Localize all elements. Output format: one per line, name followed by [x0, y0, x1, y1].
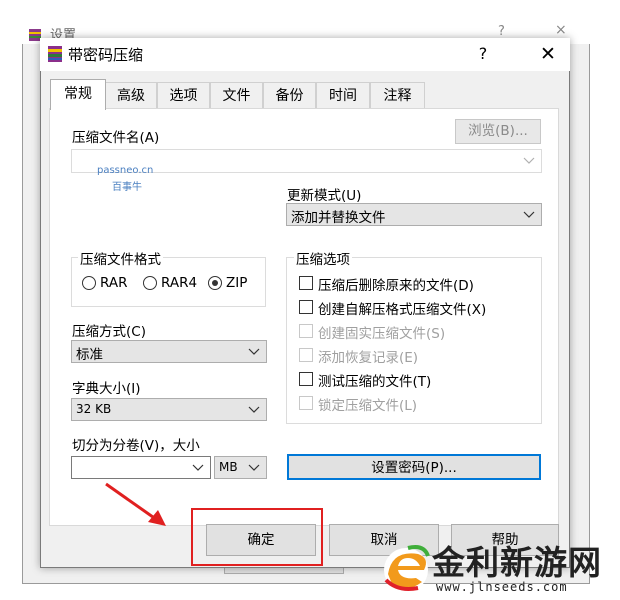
- archive-name-label: 压缩文件名(A): [72, 130, 160, 146]
- ok-highlight-frame: [191, 508, 323, 566]
- checkbox-delete-after[interactable]: [299, 276, 313, 290]
- archive-format-title: 压缩文件格式: [78, 248, 163, 268]
- radio-rar[interactable]: [82, 276, 96, 290]
- checkbox-solid[interactable]: [299, 324, 313, 338]
- checkbox-recovery-record[interactable]: [299, 348, 313, 362]
- red-arrow-annotation: [105, 482, 166, 526]
- winrar-icon: [46, 45, 64, 63]
- checkbox-test-files-label: 测试压缩的文件(T): [318, 374, 432, 390]
- checkbox-solid-label: 创建固实压缩文件(S): [318, 326, 446, 342]
- compression-method-label: 压缩方式(C): [72, 324, 146, 340]
- checkbox-lock-archive-label: 锁定压缩文件(L): [318, 398, 418, 414]
- split-volumes-label: 切分为分卷(V)，大小: [72, 438, 200, 454]
- checkbox-recovery-record-label: 添加恢复记录(E): [318, 350, 419, 366]
- split-size-input[interactable]: [71, 456, 211, 479]
- brand-logo-icon: [384, 545, 430, 592]
- close-button[interactable]: ✕: [526, 38, 570, 70]
- dialog-title: 带密码压缩: [68, 46, 144, 64]
- chevron-down-icon: [248, 406, 260, 413]
- brand-watermark-text: 金利新游网: [432, 543, 602, 582]
- browse-button[interactable]: 浏览(B)...: [455, 119, 541, 144]
- help-button[interactable]: ?: [470, 40, 496, 68]
- brand-watermark-url: www.jlnseeds.com: [436, 580, 568, 594]
- update-mode-label: 更新模式(U): [287, 188, 362, 204]
- compression-method-value: 标准: [76, 347, 103, 363]
- split-unit-value: MB: [219, 460, 238, 474]
- chevron-down-icon: [523, 157, 535, 164]
- tab-comment[interactable]: 注释: [370, 82, 425, 108]
- background-close-button[interactable]: ×: [555, 22, 567, 38]
- compression-options-title: 压缩选项: [294, 248, 352, 268]
- tab-time[interactable]: 时间: [316, 82, 370, 108]
- split-unit-select[interactable]: MB: [214, 456, 267, 479]
- update-mode-value: 添加并替换文件: [291, 210, 386, 226]
- radio-rar4[interactable]: [143, 276, 157, 290]
- baishiniu-watermark: 百事牛: [112, 182, 142, 193]
- compression-method-select[interactable]: 标准: [71, 340, 267, 363]
- radio-zip-label: ZIP: [226, 275, 248, 291]
- set-password-button[interactable]: 设置密码(P)...: [287, 454, 541, 480]
- tab-advanced[interactable]: 高级: [105, 82, 157, 108]
- background-help-button[interactable]: ?: [498, 24, 505, 39]
- checkbox-lock-archive[interactable]: [299, 396, 313, 410]
- update-mode-select[interactable]: 添加并替换文件: [286, 203, 542, 226]
- dictionary-size-select[interactable]: 32 KB: [71, 398, 267, 421]
- radio-rar-label: RAR: [100, 275, 128, 291]
- checkbox-create-sfx[interactable]: [299, 300, 313, 314]
- tab-options[interactable]: 选项: [157, 82, 210, 108]
- checkbox-create-sfx-label: 创建自解压格式压缩文件(X): [318, 302, 487, 318]
- dictionary-size-value: 32 KB: [76, 402, 112, 416]
- dictionary-size-label: 字典大小(I): [72, 381, 141, 397]
- checkbox-test-files[interactable]: [299, 372, 313, 386]
- chevron-down-icon: [192, 464, 204, 471]
- checkbox-delete-after-label: 压缩后删除原来的文件(D): [318, 278, 474, 294]
- radio-zip[interactable]: [208, 276, 222, 290]
- tab-backup[interactable]: 备份: [263, 82, 316, 108]
- chevron-down-icon: [248, 464, 260, 471]
- passneo-watermark: passneo.cn: [97, 165, 154, 176]
- radio-rar4-label: RAR4: [161, 275, 198, 291]
- tab-files[interactable]: 文件: [210, 82, 263, 108]
- chevron-down-icon: [523, 211, 535, 218]
- tab-general[interactable]: 常规: [50, 79, 106, 110]
- chevron-down-icon: [248, 348, 260, 355]
